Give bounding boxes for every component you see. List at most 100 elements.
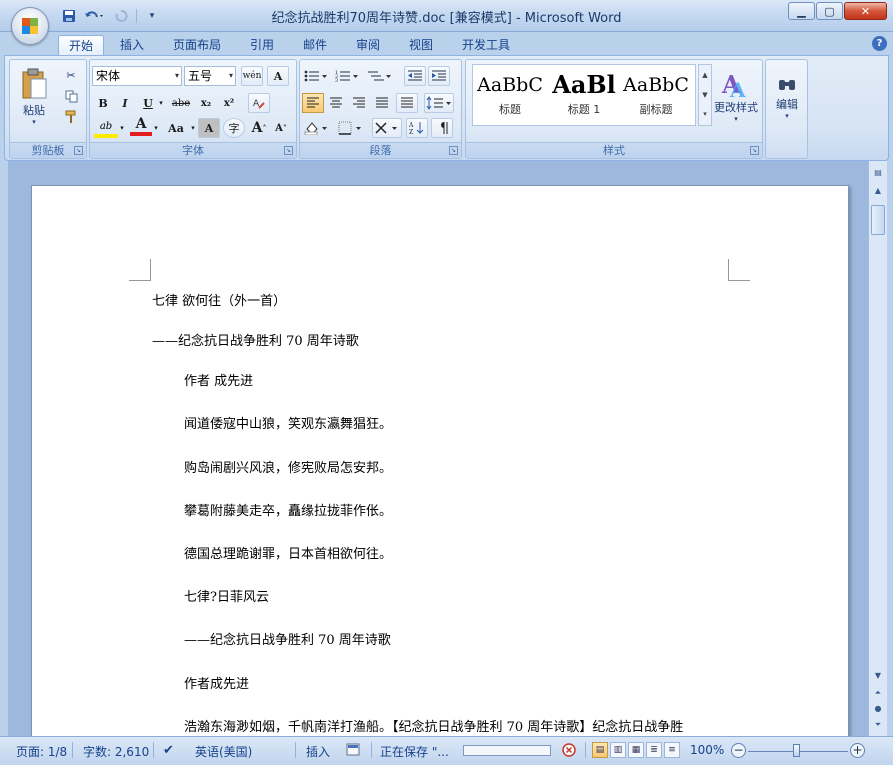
- editing-label: 编辑: [776, 98, 798, 111]
- paste-button[interactable]: 粘贴 ▾: [16, 64, 52, 130]
- show-marks-icon[interactable]: [431, 118, 453, 138]
- cancel-save-icon[interactable]: [562, 743, 576, 760]
- word-count[interactable]: 字数: 2,610: [83, 743, 149, 760]
- style-item-subtitle[interactable]: AaBbC 副标题: [623, 69, 689, 123]
- ruler-toggle-icon[interactable]: ▤: [870, 165, 886, 181]
- multilevel-list-icon[interactable]: [364, 66, 394, 86]
- editing-button[interactable]: 编辑 ▾: [768, 64, 806, 130]
- office-button[interactable]: [11, 7, 49, 45]
- maximize-icon[interactable]: ▢: [816, 2, 843, 20]
- dialog-launcher-icon[interactable]: ↘: [449, 146, 458, 155]
- bold-button[interactable]: B: [92, 93, 114, 113]
- doc-line: ——纪念抗日战争胜利 70 周年诗歌: [152, 334, 359, 349]
- copy-icon[interactable]: [62, 87, 80, 105]
- vertical-scrollbar[interactable]: ▤ ▲ ▼ ⏶ ● ⏷: [868, 161, 887, 736]
- borders-icon[interactable]: [336, 118, 366, 138]
- proofing-icon[interactable]: ✔: [163, 743, 174, 758]
- chevron-down-icon[interactable]: ▾: [156, 93, 166, 113]
- insert-mode[interactable]: 插入: [306, 743, 330, 760]
- help-icon[interactable]: ?: [872, 36, 887, 51]
- chevron-down-icon[interactable]: ▾: [118, 118, 126, 138]
- tab-view[interactable]: 视图: [399, 35, 443, 56]
- tab-insert[interactable]: 插入: [110, 35, 154, 56]
- dialog-launcher-icon[interactable]: ↘: [284, 146, 293, 155]
- increase-indent-icon[interactable]: [428, 66, 450, 86]
- format-painter-icon[interactable]: [62, 108, 80, 126]
- clear-formatting-icon[interactable]: A: [248, 93, 270, 113]
- chevron-down-icon[interactable]: ▼: [699, 85, 711, 105]
- dialog-launcher-icon[interactable]: ↘: [74, 146, 83, 155]
- char-shading-button[interactable]: A: [198, 118, 220, 138]
- scroll-down-icon[interactable]: ▼: [870, 668, 886, 684]
- change-case-button[interactable]: Aa: [164, 118, 188, 138]
- document-area: 七律 欲何往（外一首） ——纪念抗日战争胜利 70 周年诗歌 作者 成先进 闻道…: [8, 161, 868, 736]
- doc-line: 浩瀚东海渺如烟，千帆南洋打渔船。【纪念抗日战争胜利 70 周年诗歌】纪念抗日战争…: [184, 720, 684, 735]
- zoom-out-icon[interactable]: −: [731, 743, 746, 758]
- style-item-heading1[interactable]: AaBl 标题 1: [551, 69, 617, 123]
- draft-view-icon[interactable]: ≡: [664, 742, 680, 758]
- justify-icon[interactable]: [371, 93, 393, 113]
- gallery-scroll[interactable]: ▲ ▼ ▾: [698, 64, 712, 126]
- tab-mailings[interactable]: 邮件: [293, 35, 337, 56]
- font-name-combo[interactable]: 宋体 ▾: [92, 66, 182, 86]
- zoom-in-icon[interactable]: +: [850, 743, 865, 758]
- subscript-button[interactable]: x₂: [195, 93, 217, 113]
- cut-icon[interactable]: ✂: [62, 66, 80, 84]
- line-spacing-icon[interactable]: [424, 93, 454, 113]
- align-right-icon[interactable]: [348, 93, 370, 113]
- chevron-down-icon[interactable]: ▾: [152, 118, 160, 138]
- shrink-font-button[interactable]: A ˅: [270, 118, 292, 138]
- highlight-button[interactable]: ab: [94, 118, 118, 138]
- zoom-slider-thumb[interactable]: [793, 744, 800, 757]
- minimize-icon[interactable]: ▁: [788, 2, 815, 20]
- sort-icon[interactable]: AZ: [406, 118, 428, 138]
- font-size-combo[interactable]: 五号 ▾: [184, 66, 236, 86]
- font-color-button[interactable]: A: [130, 116, 152, 136]
- scroll-thumb[interactable]: [871, 205, 885, 235]
- tab-page-layout[interactable]: 页面布局: [163, 35, 231, 56]
- enclose-char-button[interactable]: 字: [223, 118, 245, 138]
- status-separator: [585, 742, 586, 758]
- next-page-icon[interactable]: ⏷: [870, 717, 886, 733]
- full-screen-reading-icon[interactable]: ▥: [610, 742, 626, 758]
- language-indicator[interactable]: 英语(美国): [195, 743, 252, 760]
- macro-record-icon[interactable]: [346, 743, 360, 759]
- document-page[interactable]: 七律 欲何往（外一首） ——纪念抗日战争胜利 70 周年诗歌 作者 成先进 闻道…: [31, 185, 849, 736]
- grow-font-button[interactable]: A ˄: [248, 118, 270, 138]
- italic-button[interactable]: I: [114, 93, 136, 113]
- align-center-icon[interactable]: [325, 93, 347, 113]
- superscript-button[interactable]: x²: [218, 93, 240, 113]
- distributed-icon[interactable]: [396, 93, 418, 113]
- dialog-launcher-icon[interactable]: ↘: [750, 146, 759, 155]
- bullets-icon[interactable]: [302, 66, 330, 86]
- more-icon[interactable]: ▾: [699, 105, 711, 123]
- tab-home[interactable]: 开始: [58, 35, 105, 56]
- decrease-indent-icon[interactable]: [404, 66, 426, 86]
- chinese-layout-icon[interactable]: [372, 118, 402, 138]
- close-icon[interactable]: ✕: [844, 2, 887, 20]
- outline-view-icon[interactable]: ≣: [646, 742, 662, 758]
- scroll-up-icon[interactable]: ▲: [870, 183, 886, 199]
- zoom-level[interactable]: 100%: [690, 743, 724, 757]
- phonetic-guide-button[interactable]: wén: [241, 66, 263, 86]
- style-name: 标题 1: [567, 103, 601, 116]
- style-item-title[interactable]: AaBbC 标题: [477, 69, 543, 123]
- web-layout-icon[interactable]: ▦: [628, 742, 644, 758]
- strikethrough-button[interactable]: abe: [170, 93, 192, 113]
- page-count[interactable]: 页面: 1/8: [16, 743, 67, 760]
- previous-page-icon[interactable]: ⏶: [870, 685, 886, 701]
- chevron-up-icon[interactable]: ▲: [699, 65, 711, 85]
- tab-developer[interactable]: 开发工具: [452, 35, 520, 56]
- align-left-icon[interactable]: [302, 93, 324, 113]
- chevron-down-icon: ˅: [282, 123, 287, 133]
- tab-review[interactable]: 审阅: [346, 35, 390, 56]
- tab-references[interactable]: 引用: [240, 35, 284, 56]
- phonetic-guide-label: wén: [242, 71, 262, 81]
- browse-object-icon[interactable]: ●: [870, 701, 886, 717]
- change-styles-button[interactable]: A A 更改样式 ▾: [712, 64, 760, 128]
- char-border-button[interactable]: A: [267, 66, 289, 86]
- chevron-down-icon[interactable]: ▾: [189, 118, 197, 138]
- print-layout-view-icon[interactable]: ▤: [592, 742, 608, 758]
- numbering-icon[interactable]: 123: [333, 66, 361, 86]
- shading-icon[interactable]: [302, 118, 332, 138]
